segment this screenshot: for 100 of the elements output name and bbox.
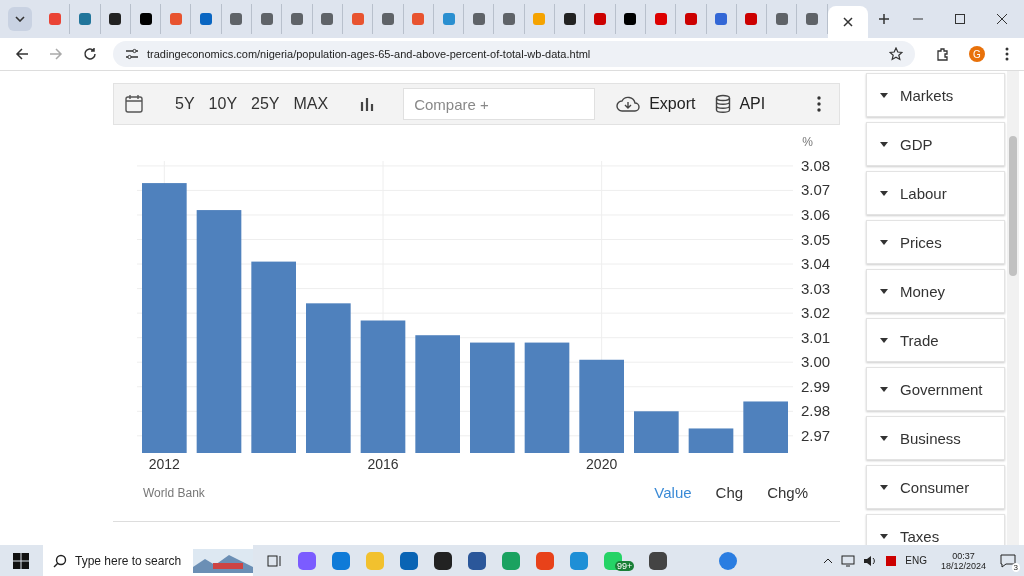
scrollbar[interactable] [1007, 71, 1019, 545]
favicon-icon [350, 12, 365, 26]
favicon-icon [714, 12, 729, 26]
x-tick-label: 2020 [586, 456, 618, 472]
y-tick-label: 2.97 [801, 426, 831, 444]
caret-icon [880, 190, 888, 196]
view-tab[interactable]: Chg [703, 484, 756, 501]
speaker-icon[interactable] [863, 554, 878, 567]
tab-search-button[interactable] [8, 7, 32, 31]
favicon-icon [199, 12, 214, 26]
range-button[interactable]: 25Y [244, 95, 287, 113]
range-button[interactable]: 10Y [201, 95, 245, 113]
back-icon[interactable] [15, 47, 29, 61]
y-tick-label: 3.03 [801, 279, 831, 297]
favicon-icon [532, 12, 547, 26]
caret-icon [880, 141, 888, 147]
notification-count: 3 [1011, 562, 1020, 572]
sidebar-item[interactable]: Taxes [866, 514, 1005, 545]
more-options-icon[interactable] [817, 96, 821, 112]
caret-icon [880, 386, 888, 392]
sidebar-item[interactable]: Government [866, 367, 1005, 411]
clock-date: 18/12/2024 [940, 560, 986, 571]
favicon-icon [320, 12, 335, 26]
favicon-icon [562, 12, 577, 26]
sidebar-item[interactable]: Money [866, 269, 1005, 313]
scrollbar-thumb[interactable] [1009, 136, 1017, 276]
close-icon[interactable] [996, 13, 1008, 25]
range-button[interactable]: 5Y [168, 95, 202, 113]
y-tick-label: 3.08 [801, 156, 831, 174]
source-label: World Bank [143, 485, 205, 500]
caret-icon [880, 92, 888, 98]
language-indicator[interactable]: ENG [905, 555, 927, 566]
taskbar-app-icon[interactable] [467, 550, 487, 571]
y-tick-label: 3.01 [801, 328, 831, 346]
x-tick-label: 2012 [148, 456, 180, 472]
site-settings-icon[interactable] [125, 48, 139, 60]
bookmark-star-icon[interactable] [889, 47, 903, 61]
caret-icon [880, 239, 888, 245]
api-button[interactable]: API [715, 94, 766, 114]
favicon-icon [138, 12, 153, 26]
notifications-button[interactable]: 3 [1000, 553, 1016, 568]
new-tab-icon[interactable] [877, 13, 890, 25]
chevron-down-icon [15, 16, 25, 22]
sidebar-item[interactable]: Trade [866, 318, 1005, 362]
x-tick-label: 2016 [367, 456, 399, 472]
sidebar-item[interactable]: Markets [866, 73, 1005, 117]
sidebar-item[interactable]: Business [866, 416, 1005, 460]
cloud-download-icon [615, 95, 642, 113]
sidebar-item[interactable]: Labour [866, 171, 1005, 215]
chevron-up-icon[interactable] [823, 557, 834, 564]
app-tray-icon[interactable] [885, 554, 898, 567]
favicon-icon [471, 12, 486, 26]
clock-time: 00:37 [952, 550, 975, 561]
favicon-icon [290, 12, 304, 26]
view-tab[interactable]: Chg% [755, 484, 820, 501]
reload-icon[interactable] [83, 47, 97, 61]
menu-icon[interactable] [1005, 47, 1009, 61]
view-tab[interactable]: Value [642, 484, 704, 501]
caret-icon [880, 435, 888, 441]
y-tick-label: 3.04 [801, 255, 831, 273]
y-tick-label: 3.00 [801, 353, 831, 371]
chat-icon [1000, 553, 1016, 568]
favicon-icon [77, 12, 92, 26]
favicon-icon [502, 12, 517, 26]
windows-start-icon[interactable] [13, 552, 29, 569]
sidebar-item[interactable]: GDP [866, 122, 1005, 166]
favicon-icon [744, 12, 759, 26]
extensions-icon[interactable] [935, 47, 949, 61]
favicon-icon [108, 12, 123, 26]
task-view-icon[interactable] [267, 552, 283, 569]
export-button[interactable]: Export [615, 95, 696, 113]
favicon-icon [411, 12, 426, 26]
caret-icon [880, 337, 888, 343]
taskbar-app-icon[interactable] [648, 550, 669, 571]
help-icon[interactable] [718, 550, 739, 571]
calendar-icon[interactable] [124, 94, 144, 114]
favicon-icon [593, 12, 607, 26]
caret-icon [880, 484, 888, 490]
taskbar-app-icon[interactable] [433, 550, 453, 571]
favicon-icon [380, 12, 395, 26]
address-bar[interactable]: tradingeconomics.com/nigeria/population-ages-65-and-above-percent-of-total-wb-data.html [113, 41, 915, 67]
bar-chart-icon[interactable] [359, 96, 376, 112]
y-tick-label: 3.07 [801, 181, 831, 199]
network-icon[interactable] [841, 554, 856, 567]
sidebar-item[interactable]: Consumer [866, 465, 1005, 509]
y-tick-label: 3.02 [801, 304, 831, 322]
close-icon[interactable] [842, 17, 853, 27]
range-button[interactable]: MAX [286, 95, 336, 113]
y-tick-label: 3.05 [801, 230, 831, 248]
url-text: tradingeconomics.com/nigeria/population-ages-65-and-above-percent-of-total-wb-data.html [147, 48, 591, 60]
y-tick-label: 2.98 [801, 402, 831, 420]
caret-icon [880, 288, 888, 294]
y-tick-label: 3.06 [801, 206, 831, 223]
sidebar-item[interactable]: Prices [866, 220, 1005, 264]
maximize-icon[interactable] [954, 13, 966, 25]
compare-field[interactable]: Compare + [403, 88, 596, 120]
favicon-icon [623, 12, 638, 26]
favicon-icon [683, 12, 698, 26]
favicon-icon [441, 12, 456, 26]
taskbar-search-field[interactable]: Type here to search [43, 545, 253, 576]
